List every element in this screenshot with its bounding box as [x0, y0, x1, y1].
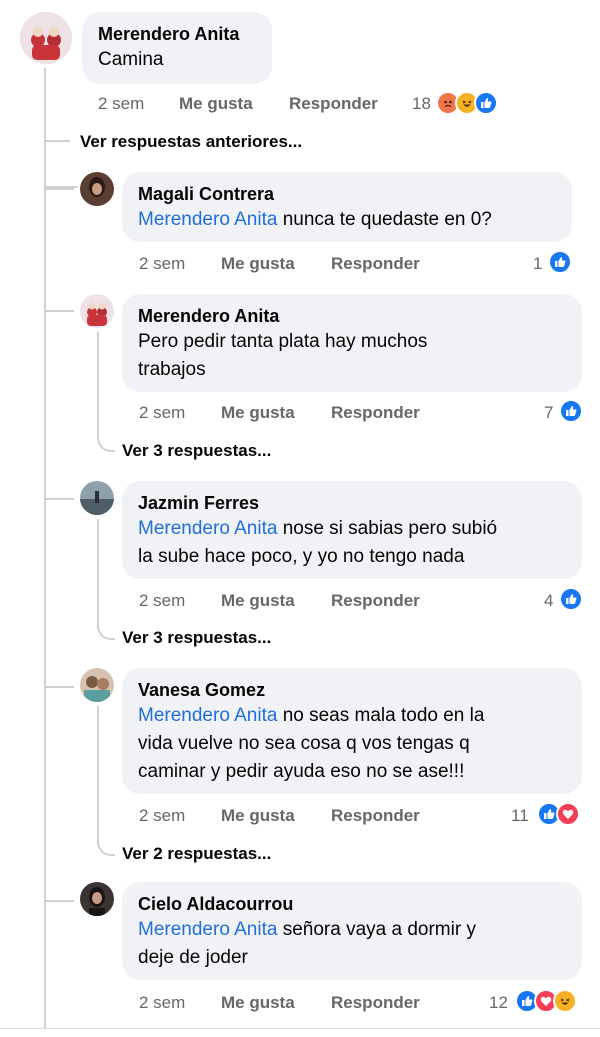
- comment-bubble: Jazmin Ferres Merendero Anita nose si sa…: [122, 481, 582, 579]
- comment-text: la sube hace poco, y yo no tengo nada: [138, 546, 465, 567]
- like-button[interactable]: Me gusta: [221, 806, 295, 826]
- reaction-icons[interactable]: [515, 989, 577, 1013]
- like-reaction-icon: [559, 587, 583, 611]
- reply-button[interactable]: Responder: [289, 94, 378, 114]
- view-replies-link[interactable]: Ver 3 respuestas...: [122, 628, 271, 648]
- thread-line-main: [44, 68, 46, 1028]
- reply-button[interactable]: Responder: [331, 254, 420, 274]
- like-button[interactable]: Me gusta: [221, 591, 295, 611]
- like-reaction-icon: [548, 250, 572, 274]
- like-button[interactable]: Me gusta: [221, 993, 295, 1013]
- reaction-count[interactable]: 18: [412, 94, 431, 114]
- comment-time[interactable]: 2 sem: [98, 94, 144, 114]
- comment-bubble: Cielo Aldacourrou Merendero Anita señora…: [122, 882, 582, 980]
- comment-author[interactable]: Magali Contrera: [138, 182, 556, 206]
- thread-line-sub: [97, 519, 99, 629]
- view-previous-replies-link[interactable]: Ver respuestas anteriores...: [80, 132, 302, 152]
- reaction-count[interactable]: 1: [533, 254, 542, 274]
- view-replies-connector: [97, 836, 115, 856]
- reply-branch: [44, 900, 74, 902]
- reaction-icons[interactable]: [537, 802, 580, 826]
- comment-author[interactable]: Merendero Anita: [98, 22, 256, 46]
- bottom-divider: [0, 1028, 600, 1029]
- mention-link[interactable]: Merendero Anita: [138, 518, 277, 539]
- comment-time[interactable]: 2 sem: [139, 591, 185, 611]
- thread-line-sub: [97, 332, 99, 440]
- view-replies-connector: [97, 432, 115, 452]
- thread-line-sub: [97, 706, 99, 846]
- reaction-icons[interactable]: [559, 587, 583, 611]
- reaction-count[interactable]: 11: [511, 806, 529, 826]
- comment-time[interactable]: 2 sem: [139, 403, 185, 423]
- like-button[interactable]: Me gusta: [221, 254, 295, 274]
- mention-link[interactable]: Merendero Anita: [138, 209, 277, 230]
- reply-button[interactable]: Responder: [331, 591, 420, 611]
- comment-bubble: Vanesa Gomez Merendero Anita no seas mal…: [122, 668, 582, 794]
- comment-text: Merendero Anita nose si sabias pero subi…: [138, 518, 498, 539]
- comment-text: Camina: [98, 49, 164, 70]
- comment-text: trabajos: [138, 359, 206, 380]
- view-replies-link[interactable]: Ver 3 respuestas...: [122, 441, 271, 461]
- comment-time[interactable]: 2 sem: [139, 806, 185, 826]
- comment-text: Pero pedir tanta plata hay muchos: [138, 331, 428, 352]
- like-button[interactable]: Me gusta: [221, 403, 295, 423]
- comment-bubble: Merendero Anita Camina: [82, 12, 272, 84]
- avatar[interactable]: [80, 294, 114, 328]
- reply-branch: [44, 498, 74, 500]
- reply-button[interactable]: Responder: [331, 993, 420, 1013]
- comment-text: Merendero Anita nunca te quedaste en 0?: [138, 209, 492, 230]
- reply-branch: [44, 310, 74, 312]
- comment-author[interactable]: Vanesa Gomez: [138, 678, 566, 702]
- view-replies-link[interactable]: Ver 2 respuestas...: [122, 844, 271, 864]
- comment-text: vida vuelve no sea cosa q vos tengas q: [138, 733, 470, 754]
- reaction-count[interactable]: 4: [544, 591, 553, 611]
- comment-bubble: Magali Contrera Merendero Anita nunca te…: [122, 172, 572, 242]
- comment-text: deje de joder: [138, 947, 248, 968]
- reaction-icons[interactable]: [548, 250, 572, 274]
- comment-text: caminar y pedir ayuda eso no se ase!!!: [138, 761, 465, 782]
- comment-author[interactable]: Cielo Aldacourrou: [138, 892, 566, 916]
- reaction-icons[interactable]: [559, 399, 583, 423]
- like-button[interactable]: Me gusta: [179, 94, 253, 114]
- avatar[interactable]: [80, 481, 114, 515]
- reply-button[interactable]: Responder: [331, 806, 420, 826]
- reaction-count[interactable]: 7: [544, 403, 553, 423]
- comment-time[interactable]: 2 sem: [139, 993, 185, 1013]
- reply-branch: [44, 686, 74, 688]
- haha-reaction-icon: [553, 989, 577, 1013]
- previous-replies-connector: [44, 140, 70, 142]
- comment-time[interactable]: 2 sem: [139, 254, 185, 274]
- reaction-icons[interactable]: [436, 91, 498, 115]
- view-replies-connector: [97, 620, 115, 640]
- mention-link[interactable]: Merendero Anita: [138, 705, 277, 726]
- avatar[interactable]: [80, 668, 114, 702]
- love-reaction-icon: [556, 802, 580, 826]
- reply-branch: [44, 188, 74, 190]
- comment-text: Merendero Anita no seas mala todo en la: [138, 705, 485, 726]
- reaction-count[interactable]: 12: [489, 993, 508, 1013]
- comment-text: Merendero Anita señora vaya a dormir y: [138, 919, 476, 940]
- mention-link[interactable]: Merendero Anita: [138, 919, 277, 940]
- avatar[interactable]: [80, 882, 114, 916]
- comment-bubble: Merendero Anita Pero pedir tanta plata h…: [122, 294, 582, 392]
- comment-author[interactable]: Merendero Anita: [138, 304, 566, 328]
- like-reaction-icon: [559, 399, 583, 423]
- avatar[interactable]: [80, 172, 114, 206]
- avatar[interactable]: [20, 12, 72, 64]
- like-reaction-icon: [474, 91, 498, 115]
- comment-author[interactable]: Jazmin Ferres: [138, 491, 566, 515]
- reply-button[interactable]: Responder: [331, 403, 420, 423]
